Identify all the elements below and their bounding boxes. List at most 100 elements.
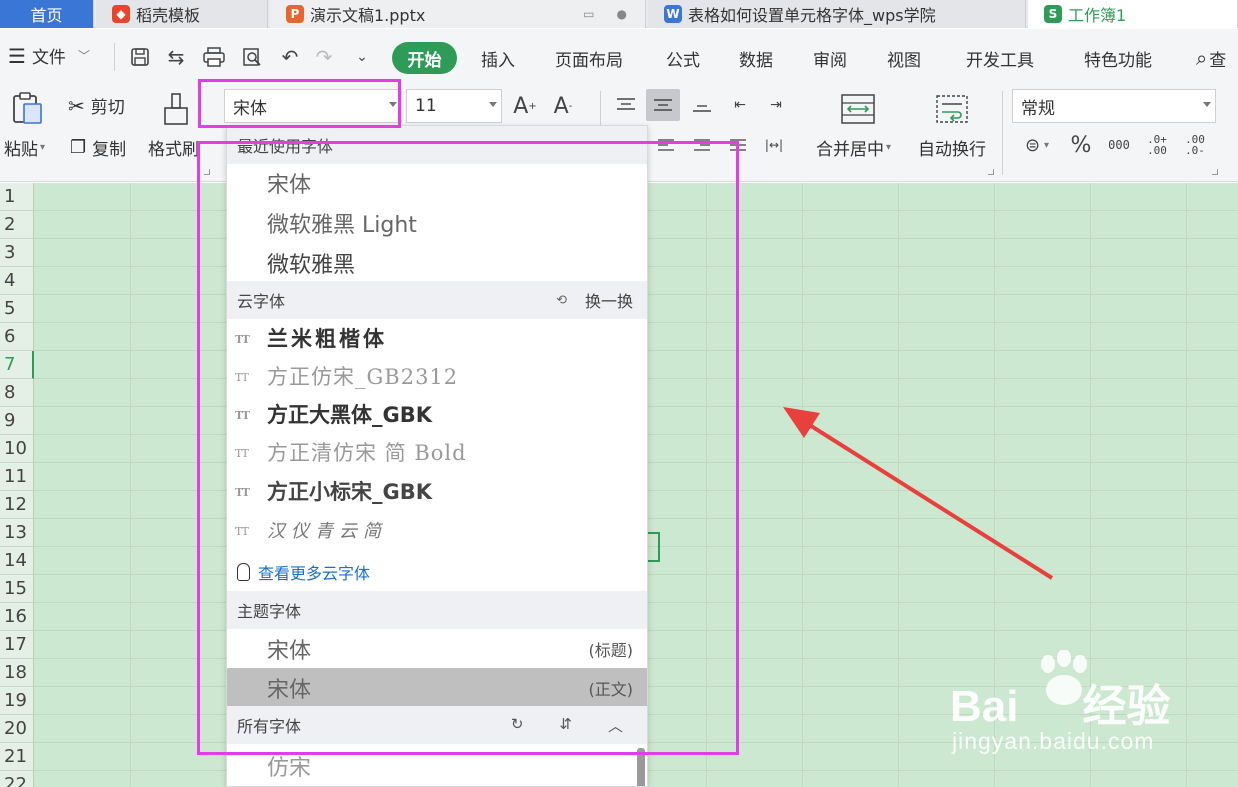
cloud-sync-icon[interactable]: ⇆ [162, 41, 190, 73]
file-menu-label: 文件 [31, 48, 66, 68]
font-size-combo[interactable]: 11 [406, 89, 502, 123]
watermark-brand: Bai 经验 [950, 670, 1170, 734]
row-number[interactable]: 7 [0, 351, 34, 379]
tab-label: 演示文稿1.pptx [310, 6, 426, 25]
wps-writer-icon: W [664, 5, 682, 23]
paste-icon[interactable] [8, 89, 46, 127]
number-format-value: 常规 [1021, 98, 1055, 119]
row-number[interactable]: 19 [0, 687, 34, 715]
menu-start[interactable]: 开始 [392, 42, 457, 74]
menu-special-features[interactable]: 特色功能 [1084, 43, 1152, 73]
merge-center-button[interactable]: 合并居中 ▾ [816, 135, 891, 160]
watermark-brand-text: Bai [950, 682, 1019, 731]
tab-workbook[interactable]: S 工作簿1 [1028, 0, 1238, 28]
watermark-brand-text: 经验 [1082, 682, 1171, 731]
distributed-align-icon[interactable]: |↔| [762, 133, 786, 157]
row-number[interactable]: 12 [0, 491, 34, 519]
row-number[interactable]: 4 [0, 267, 34, 295]
row-number[interactable]: 6 [0, 323, 34, 351]
redo-icon[interactable]: ↷ [310, 41, 338, 73]
currency-icon[interactable]: ⊜ ▾ [1016, 131, 1058, 159]
tab-wps-academy[interactable]: W 表格如何设置单元格字体_wps学院 [648, 0, 1026, 28]
copy-label: 复制 [92, 140, 127, 160]
tab-label: 表格如何设置单元格字体_wps学院 [688, 6, 936, 25]
tab-bar: 首页 ◆ 稻壳模板 P 演示文稿1.pptx ▭ ● W 表格如何设置单元格字体… [0, 0, 1238, 28]
row-number[interactable]: 2 [0, 211, 34, 239]
menu-formulas[interactable]: 公式 [666, 43, 700, 73]
copy-button[interactable]: ❐ 复制 [70, 135, 126, 160]
print-preview-icon[interactable] [238, 41, 266, 73]
dropdown-highlight [197, 141, 739, 755]
row-number[interactable]: 5 [0, 295, 34, 323]
format-painter-icon[interactable] [158, 91, 194, 127]
grid-column-line [130, 183, 131, 787]
increase-font-size-icon[interactable]: A + [510, 91, 540, 121]
print-icon[interactable] [200, 41, 228, 73]
monitor-icon[interactable]: ▭ [583, 7, 594, 21]
row-number[interactable]: 14 [0, 547, 34, 575]
menu-page-layout[interactable]: 页面布局 [555, 43, 623, 73]
row-number[interactable]: 16 [0, 603, 34, 631]
menu-data[interactable]: 数据 [739, 43, 773, 73]
row-number[interactable]: 10 [0, 435, 34, 463]
wrap-text-icon[interactable] [932, 91, 972, 127]
align-top-icon[interactable] [612, 91, 640, 119]
decrease-indent-icon[interactable]: ⇤ [726, 91, 754, 119]
row-number[interactable]: 15 [0, 575, 34, 603]
spreadsheet-icon: S [1044, 5, 1062, 23]
menu-review[interactable]: 审阅 [813, 43, 847, 73]
undo-icon[interactable]: ↶ [276, 41, 304, 73]
cut-button[interactable]: ✂ 剪切 [68, 93, 125, 119]
menu-view[interactable]: 视图 [887, 43, 921, 73]
row-number[interactable]: 20 [0, 715, 34, 743]
merge-center-icon[interactable] [838, 91, 878, 127]
copy-icon: ❐ [70, 137, 87, 158]
row-number[interactable]: 11 [0, 463, 34, 491]
row-number[interactable]: 22 [0, 771, 34, 787]
watermark-url: jingyan.baidu.com [952, 728, 1155, 754]
row-number[interactable]: 21 [0, 743, 34, 771]
scissors-icon: ✂ [68, 93, 85, 118]
row-header: 1 2 3 4 5 6 7 8 9 10 11 12 13 14 15 16 17 18 19 20 21 22 [0, 183, 34, 787]
tab-presentation[interactable]: P 演示文稿1.pptx ▭ ● [270, 0, 646, 28]
tab-label: 工作簿1 [1068, 6, 1127, 25]
wrap-text-label[interactable]: 自动换行 [918, 135, 986, 160]
docer-icon: ◆ [112, 5, 130, 23]
increase-indent-icon[interactable]: ⇥ [762, 91, 790, 119]
chevron-down-icon [489, 102, 497, 107]
percent-icon[interactable]: % [1066, 131, 1096, 159]
search-button[interactable]: ⌕ 查 [1196, 43, 1226, 73]
row-number[interactable]: 18 [0, 659, 34, 687]
unsaved-dot-icon: ● [616, 7, 627, 21]
row-number[interactable]: 13 [0, 519, 34, 547]
thousands-separator-icon[interactable]: 000 [1104, 131, 1134, 159]
customize-toolbar-icon[interactable]: ⌄ [350, 41, 374, 73]
decrease-decimal-icon[interactable]: .00.0- [1180, 131, 1210, 159]
align-bottom-icon[interactable] [688, 91, 716, 119]
chevron-down-icon: ▾ [40, 142, 46, 153]
row-number[interactable]: 9 [0, 407, 34, 435]
row-number[interactable]: 8 [0, 379, 34, 407]
chevron-down-icon [1203, 102, 1211, 107]
tab-label: 稻壳模板 [136, 6, 201, 25]
file-menu[interactable]: ☰ 文件 ﹀ [8, 43, 90, 69]
paste-button[interactable]: 粘贴 ▾ [4, 135, 45, 160]
row-number[interactable]: 1 [0, 183, 34, 211]
decrease-font-size-icon[interactable]: A- [548, 91, 578, 121]
row-number[interactable]: 3 [0, 239, 34, 267]
row-number[interactable]: 17 [0, 631, 34, 659]
font-size-value: 11 [415, 96, 437, 116]
menu-insert[interactable]: 插入 [481, 43, 515, 73]
tab-home[interactable]: 首页 [0, 0, 94, 28]
align-middle-icon[interactable] [646, 89, 680, 121]
format-painter-label[interactable]: 格式刷 [148, 135, 199, 160]
tab-docer-templates[interactable]: ◆ 稻壳模板 [96, 0, 268, 28]
grid-column-line [898, 183, 899, 787]
save-icon[interactable] [126, 41, 154, 73]
alignment-group-expander[interactable] [988, 169, 994, 175]
separator [1002, 91, 1003, 175]
number-format-combo[interactable]: 常规 [1012, 89, 1216, 123]
menu-developer[interactable]: 开发工具 [966, 43, 1034, 73]
number-group-expander[interactable] [1212, 169, 1218, 175]
increase-decimal-icon[interactable]: .0+ .00 [1142, 131, 1172, 159]
